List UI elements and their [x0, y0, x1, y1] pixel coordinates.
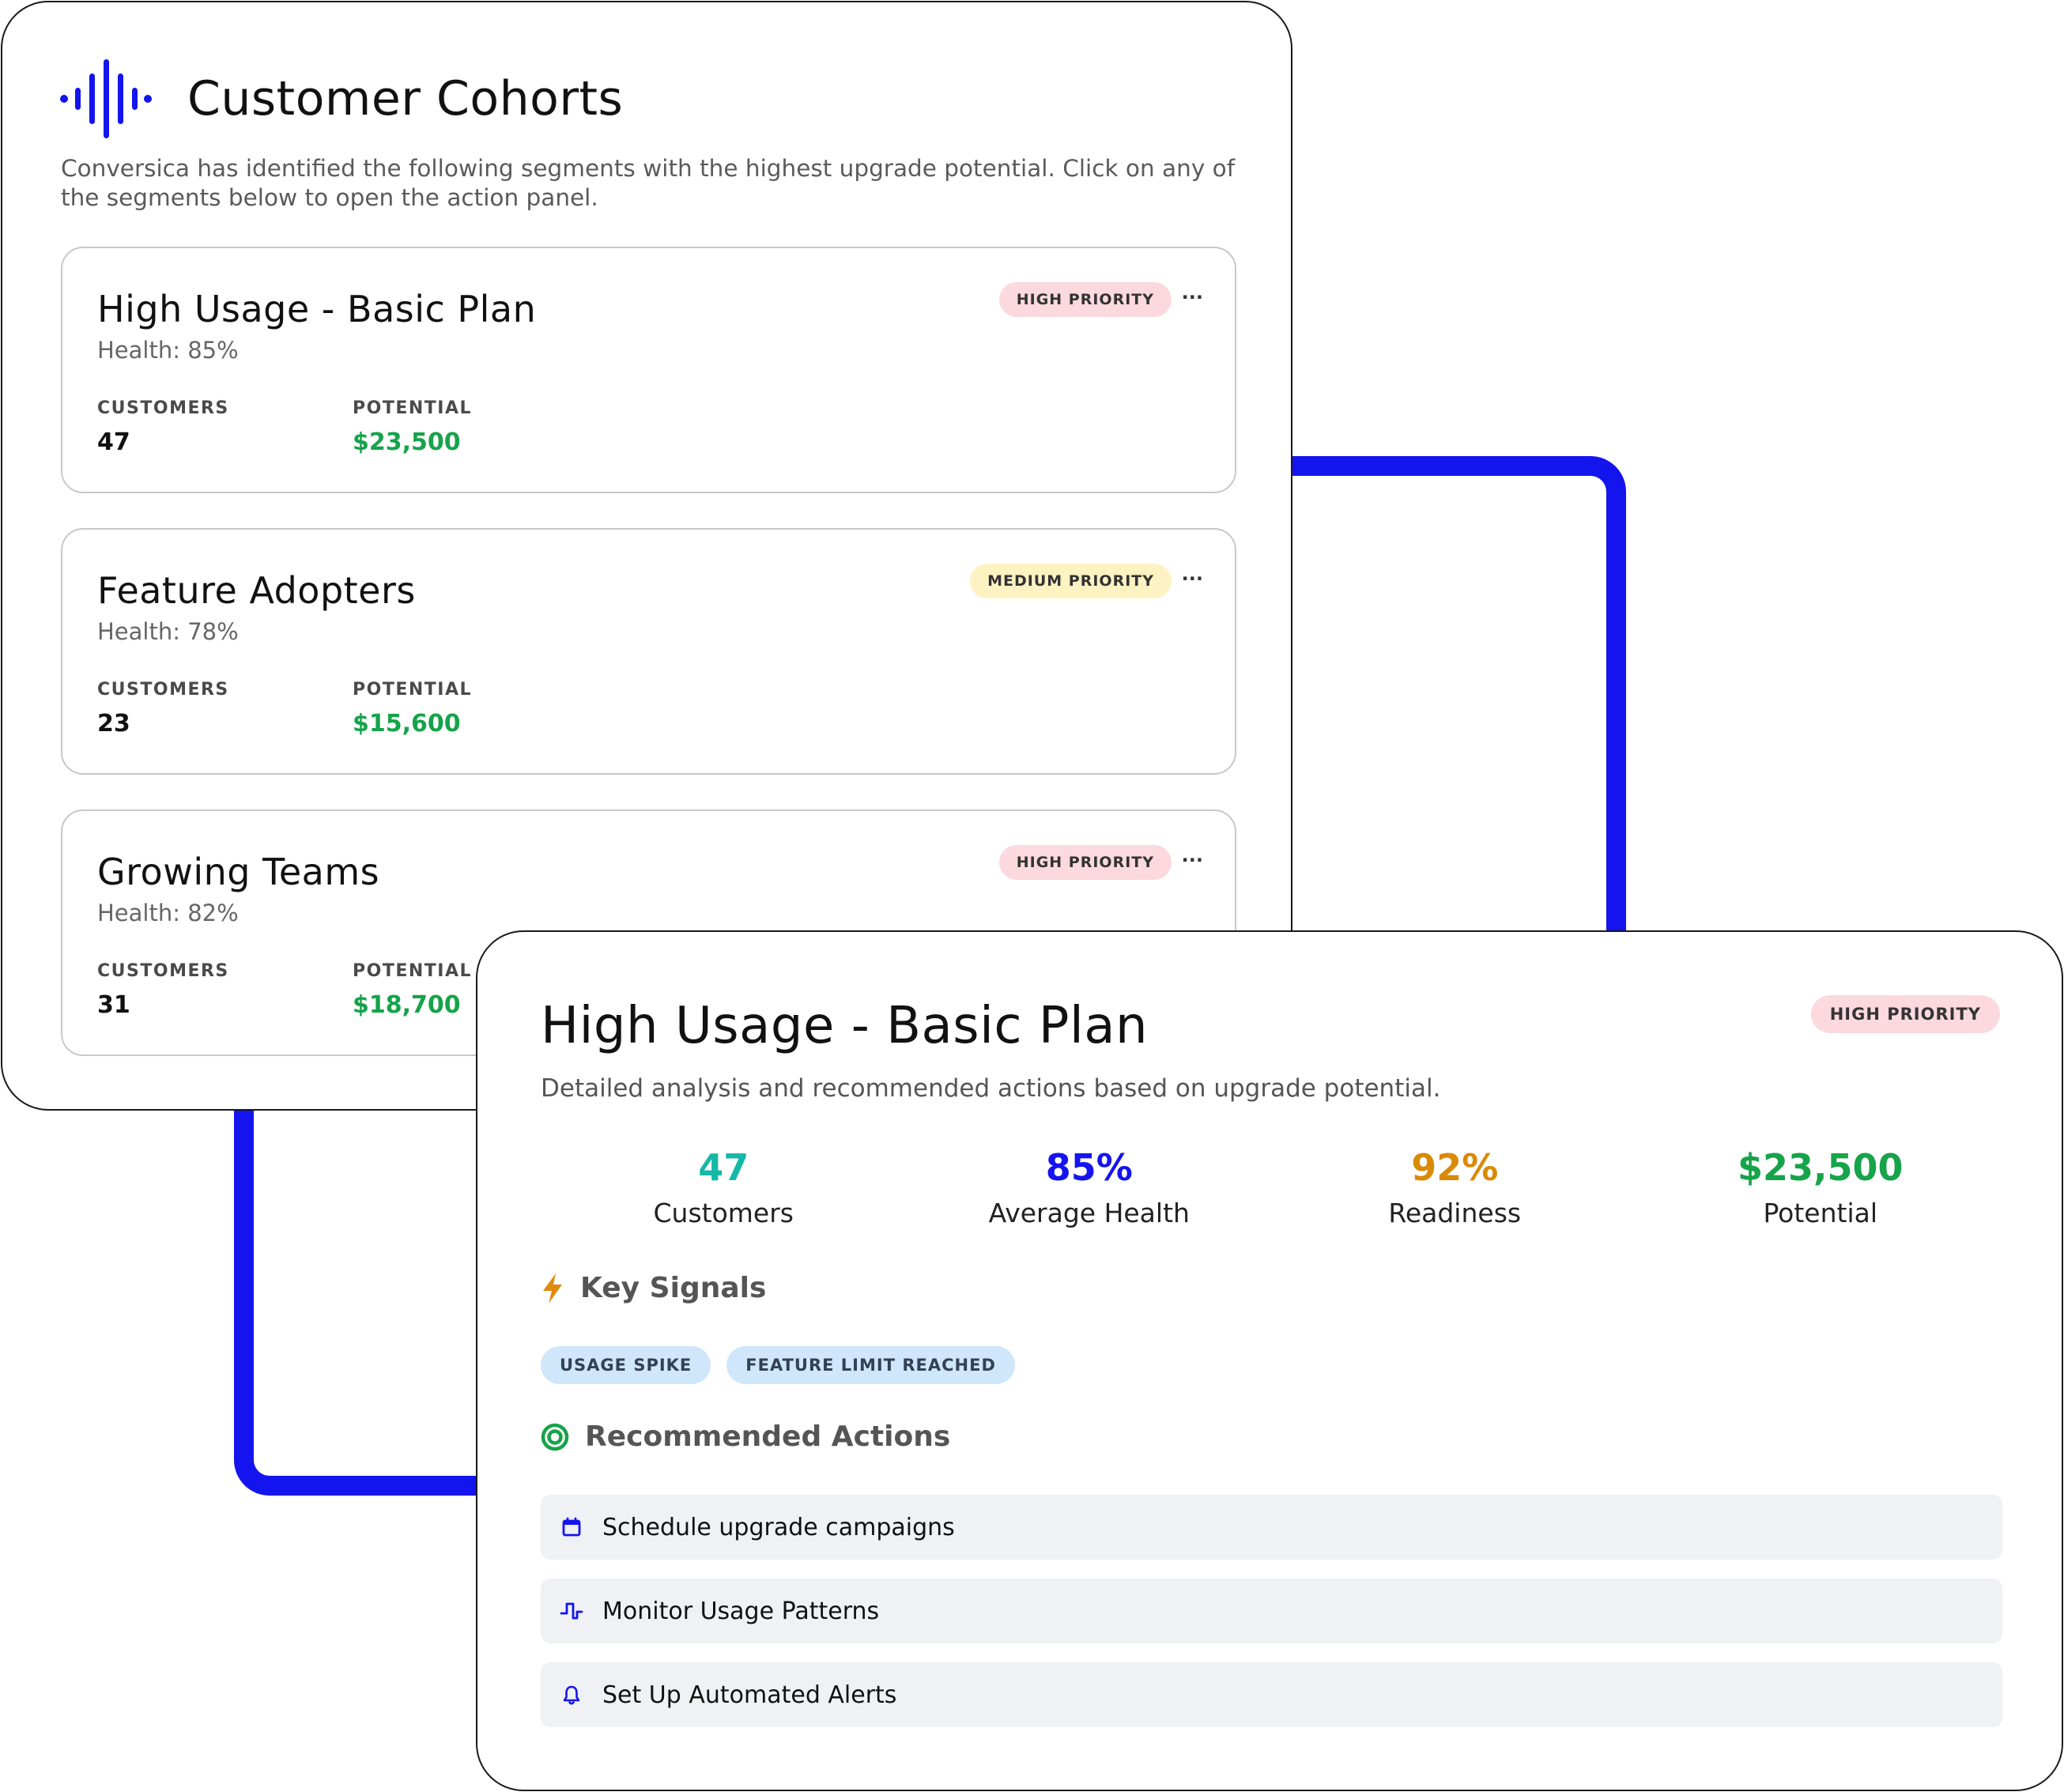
bell-icon [563, 1685, 580, 1705]
potential-label: POTENTIAL [353, 398, 473, 418]
cohort-health: Health: 82% [97, 900, 239, 926]
target-icon [541, 1423, 569, 1451]
cohort-card-high-usage[interactable]: High Usage - Basic Plan Health: 85% HIGH… [61, 247, 1236, 493]
potential-value: $15,600 [353, 710, 461, 738]
priority-badge: HIGH PRIORITY [998, 845, 1172, 880]
priority-badge: MEDIUM PRIORITY [970, 564, 1172, 598]
metric-label: Readiness [1388, 1198, 1522, 1228]
panel-header: Customer Cohorts [59, 58, 623, 140]
cohort-card-feature-adopters[interactable]: Feature Adopters Health: 78% MEDIUM PRIO… [61, 528, 1236, 775]
customers-label: CUSTOMERS [97, 961, 229, 981]
sound-wave-icon [60, 59, 152, 138]
customers-value: 47 [97, 428, 130, 456]
pulse-icon [560, 1602, 583, 1620]
metric-value: $23,500 [1737, 1146, 1904, 1189]
action-panel: High Usage - Basic Plan HIGH PRIORITY De… [476, 930, 2063, 1791]
potential-label: POTENTIAL [353, 961, 473, 981]
priority-badge: HIGH PRIORITY [998, 282, 1172, 317]
metric-value: 85% [1045, 1146, 1133, 1189]
action-set-up-automated-alerts[interactable]: Set Up Automated Alerts [541, 1662, 2002, 1727]
more-horizontal-icon[interactable]: ··· [1182, 285, 1203, 309]
cohort-name: High Usage - Basic Plan [97, 288, 537, 330]
metric-customers: 47 Customers [541, 1144, 907, 1228]
customers-value: 31 [97, 991, 130, 1019]
cohort-name: Feature Adopters [97, 569, 416, 612]
action-monitor-usage-patterns[interactable]: Monitor Usage Patterns [541, 1579, 2002, 1643]
section-title: Recommended Actions [585, 1420, 951, 1453]
signal-chip: FEATURE LIMIT REACHED [726, 1346, 1015, 1384]
customers-label: CUSTOMERS [97, 680, 229, 700]
potential-label: POTENTIAL [353, 680, 473, 700]
calendar-icon [562, 1517, 581, 1537]
recommended-actions-heading: Recommended Actions [541, 1420, 950, 1453]
detail-title: High Usage - Basic Plan [541, 997, 1149, 1055]
metric-label: Customers [653, 1198, 794, 1228]
detail-description: Detailed analysis and recommended action… [541, 1074, 1441, 1103]
signal-chip: USAGE SPIKE [541, 1346, 711, 1384]
customers-value: 23 [97, 710, 130, 738]
panel-description: Conversica has identified the following … [61, 155, 1236, 211]
more-horizontal-icon[interactable]: ··· [1182, 567, 1203, 590]
potential-value: $18,700 [353, 991, 461, 1019]
metric-average-health: 85% Average Health [907, 1144, 1273, 1228]
section-title: Key Signals [580, 1272, 767, 1304]
metric-value: 92% [1411, 1146, 1499, 1189]
priority-badge: HIGH PRIORITY [1810, 995, 2000, 1033]
key-signals-heading: Key Signals [541, 1272, 766, 1304]
metric-potential: $23,500 Potential [1638, 1144, 2004, 1228]
potential-value: $23,500 [353, 428, 461, 456]
metric-value: 47 [698, 1146, 749, 1189]
page-title: Customer Cohorts [187, 71, 624, 126]
metric-label: Average Health [988, 1198, 1190, 1228]
lightning-bolt-icon [543, 1273, 562, 1303]
action-label: Monitor Usage Patterns [602, 1597, 880, 1625]
metric-readiness: 92% Readiness [1272, 1144, 1638, 1228]
cohort-health: Health: 78% [97, 618, 239, 645]
signal-chips: USAGE SPIKE FEATURE LIMIT REACHED [541, 1346, 1015, 1384]
more-horizontal-icon[interactable]: ··· [1182, 848, 1203, 872]
metrics-row: 47 Customers 85% Average Health 92% Read… [541, 1144, 2003, 1228]
action-label: Schedule upgrade campaigns [602, 1513, 955, 1541]
metric-label: Potential [1763, 1198, 1878, 1228]
customers-label: CUSTOMERS [97, 398, 229, 418]
action-schedule-upgrade-campaigns[interactable]: Schedule upgrade campaigns [541, 1495, 2002, 1560]
action-label: Set Up Automated Alerts [602, 1681, 897, 1709]
cohort-health: Health: 85% [97, 337, 239, 364]
cohort-name: Growing Teams [97, 851, 380, 893]
